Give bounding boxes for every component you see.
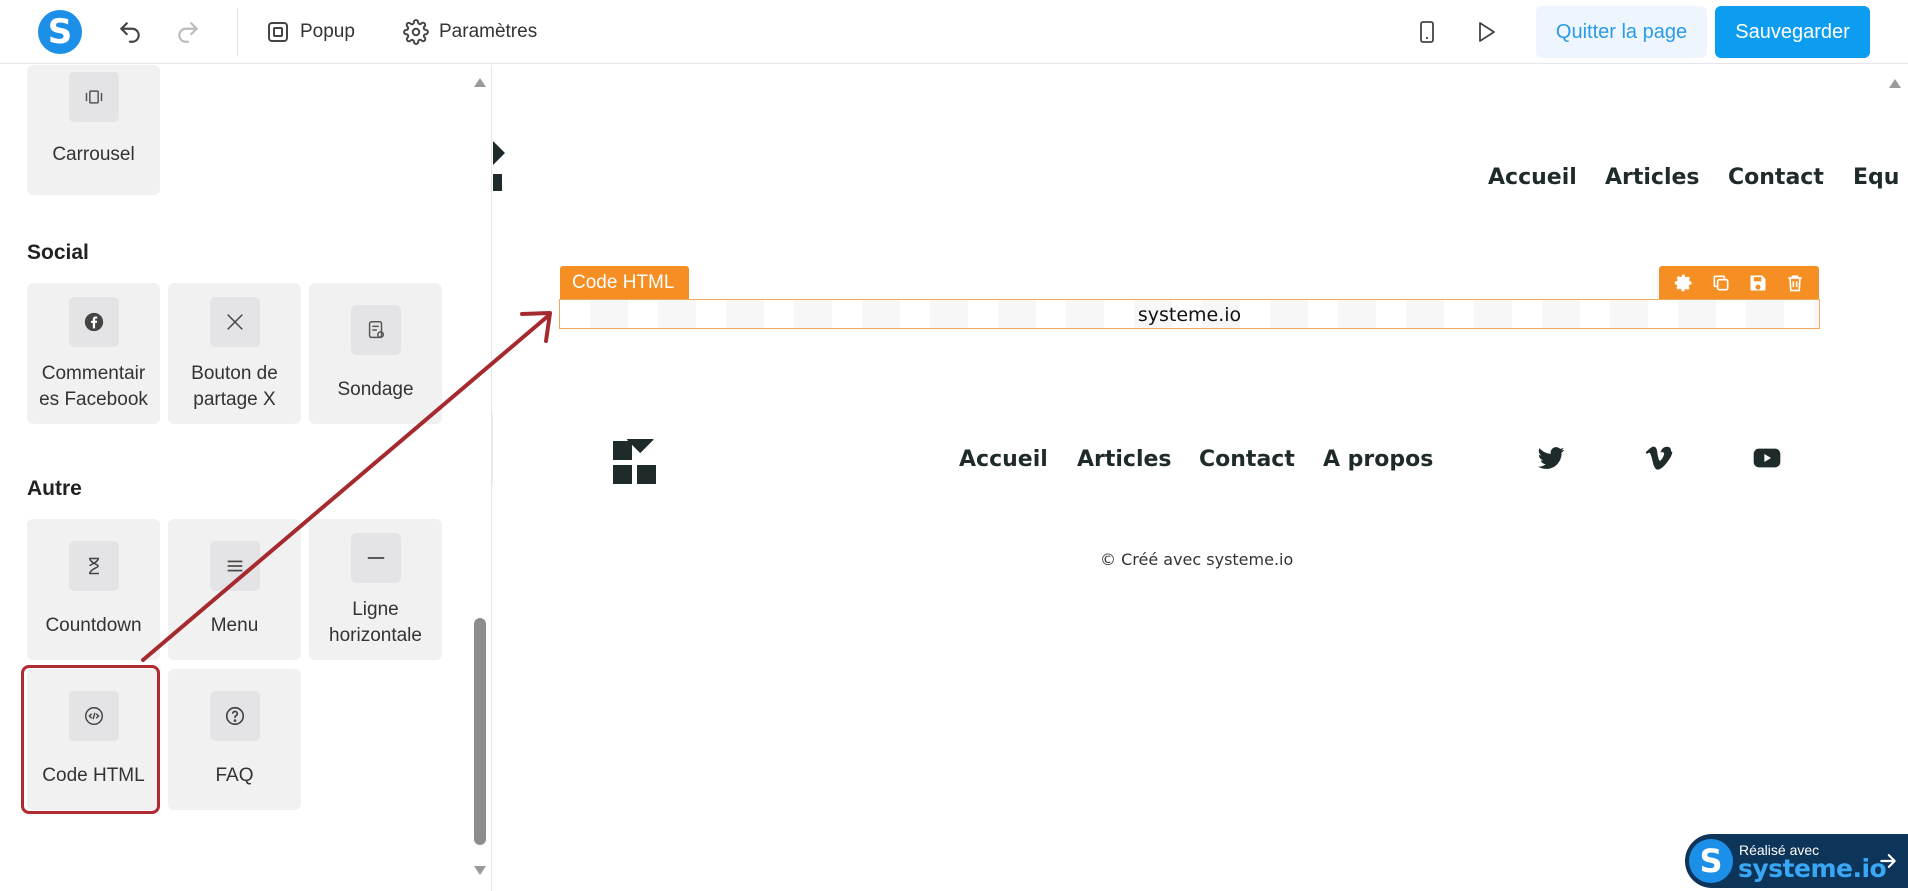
preview-play-icon[interactable] [1470, 16, 1502, 48]
copyright-text: © Créé avec systeme.io [1100, 550, 1294, 569]
vimeo-icon[interactable] [1643, 442, 1675, 474]
section-title-social: Social [27, 241, 89, 264]
tile-label: Sondage [337, 379, 414, 400]
html-block-content: systeme.io [1137, 304, 1242, 326]
duplicate-icon[interactable] [1711, 273, 1731, 293]
element-tile-survey[interactable]: Sondage [309, 283, 442, 424]
popup-icon [268, 22, 288, 42]
tile-label: Menu [210, 615, 259, 636]
x-icon [209, 297, 260, 347]
tile-label: Carrousel [52, 144, 135, 165]
element-tile-horizontal-line[interactable]: Ligne horizontale [309, 519, 442, 660]
element-tile-facebook-comments[interactable]: Commentair es Facebook [27, 283, 160, 424]
canvas-scroll-up-icon[interactable] [1888, 77, 1902, 89]
survey-icon [350, 305, 401, 355]
menu-icon [209, 541, 260, 591]
element-tile-menu[interactable]: Menu [168, 519, 301, 660]
settings-button[interactable]: Paramètres [403, 14, 537, 50]
block-toolbar [1659, 266, 1819, 299]
gear-icon[interactable] [1674, 273, 1694, 293]
footer-link-contact[interactable]: Contact [1199, 447, 1295, 472]
arrow-right-icon [1880, 854, 1896, 868]
site-logo [493, 141, 505, 191]
settings-label: Paramètres [439, 21, 538, 42]
toolbar-divider [237, 8, 238, 56]
badge-line2: systeme.io [1738, 854, 1887, 883]
tile-label: Bouton de partage X [191, 363, 278, 410]
systeme-badge-logo: S [1689, 839, 1733, 883]
redo-icon[interactable] [172, 16, 204, 48]
html-block-label[interactable]: Code HTML [560, 266, 689, 299]
footer-link-articles[interactable]: Articles [1077, 447, 1172, 472]
systeme-logo[interactable]: S [38, 10, 82, 54]
undo-icon[interactable] [114, 16, 146, 48]
youtube-icon[interactable] [1751, 442, 1783, 474]
nav-link-articles[interactable]: Articles [1605, 165, 1700, 190]
tile-label: FAQ [215, 765, 254, 786]
html-block[interactable]: systeme.io [559, 299, 1820, 329]
save-icon[interactable] [1748, 273, 1768, 293]
save-button[interactable]: Sauvegarder [1715, 6, 1870, 58]
made-with-systeme-badge[interactable]: S Réalisé avec systeme.io [1685, 834, 1908, 888]
section-title-other: Autre [27, 477, 82, 500]
twitter-icon[interactable] [1535, 442, 1567, 474]
copyright-link[interactable]: systeme.io [1206, 550, 1293, 569]
page-canvas[interactable]: Accueil Articles Contact Equ Code HTML s… [493, 65, 1908, 891]
footer-link-about[interactable]: A propos [1323, 447, 1433, 472]
facebook-icon [68, 297, 119, 347]
footer-link-home[interactable]: Accueil [959, 447, 1048, 472]
tile-label: Countdown [45, 615, 142, 636]
element-tile-countdown[interactable]: Countdown [27, 519, 160, 660]
element-tile-x-share[interactable]: Bouton de partage X [168, 283, 301, 424]
nav-link-team[interactable]: Equ [1853, 165, 1899, 190]
tile-label: Ligne horizontale [329, 599, 422, 646]
footer-logo [613, 439, 656, 484]
highlight-box [21, 665, 160, 814]
hourglass-icon [68, 541, 119, 591]
elements-sidebar: Carrousel Social Commentair es Facebook … [0, 65, 492, 891]
popup-button[interactable]: Popup [266, 14, 355, 50]
tile-label: Commentair es Facebook [39, 363, 148, 410]
gear-icon [403, 19, 429, 45]
top-toolbar: S Popup Paramètres Quitter la page Sauve… [0, 0, 1908, 64]
quit-page-button[interactable]: Quitter la page [1536, 6, 1707, 58]
popup-label: Popup [300, 21, 355, 42]
mobile-view-icon[interactable] [1411, 16, 1443, 48]
element-tile-faq[interactable]: FAQ [168, 669, 301, 810]
scrollbar-thumb[interactable] [474, 618, 486, 845]
trash-icon[interactable] [1785, 273, 1805, 293]
question-icon [209, 691, 260, 741]
horizontal-line-icon [350, 533, 401, 583]
element-tile-carousel[interactable]: Carrousel [27, 65, 160, 195]
nav-link-home[interactable]: Accueil [1488, 165, 1577, 190]
nav-link-contact[interactable]: Contact [1728, 165, 1824, 190]
carousel-icon [68, 72, 119, 122]
